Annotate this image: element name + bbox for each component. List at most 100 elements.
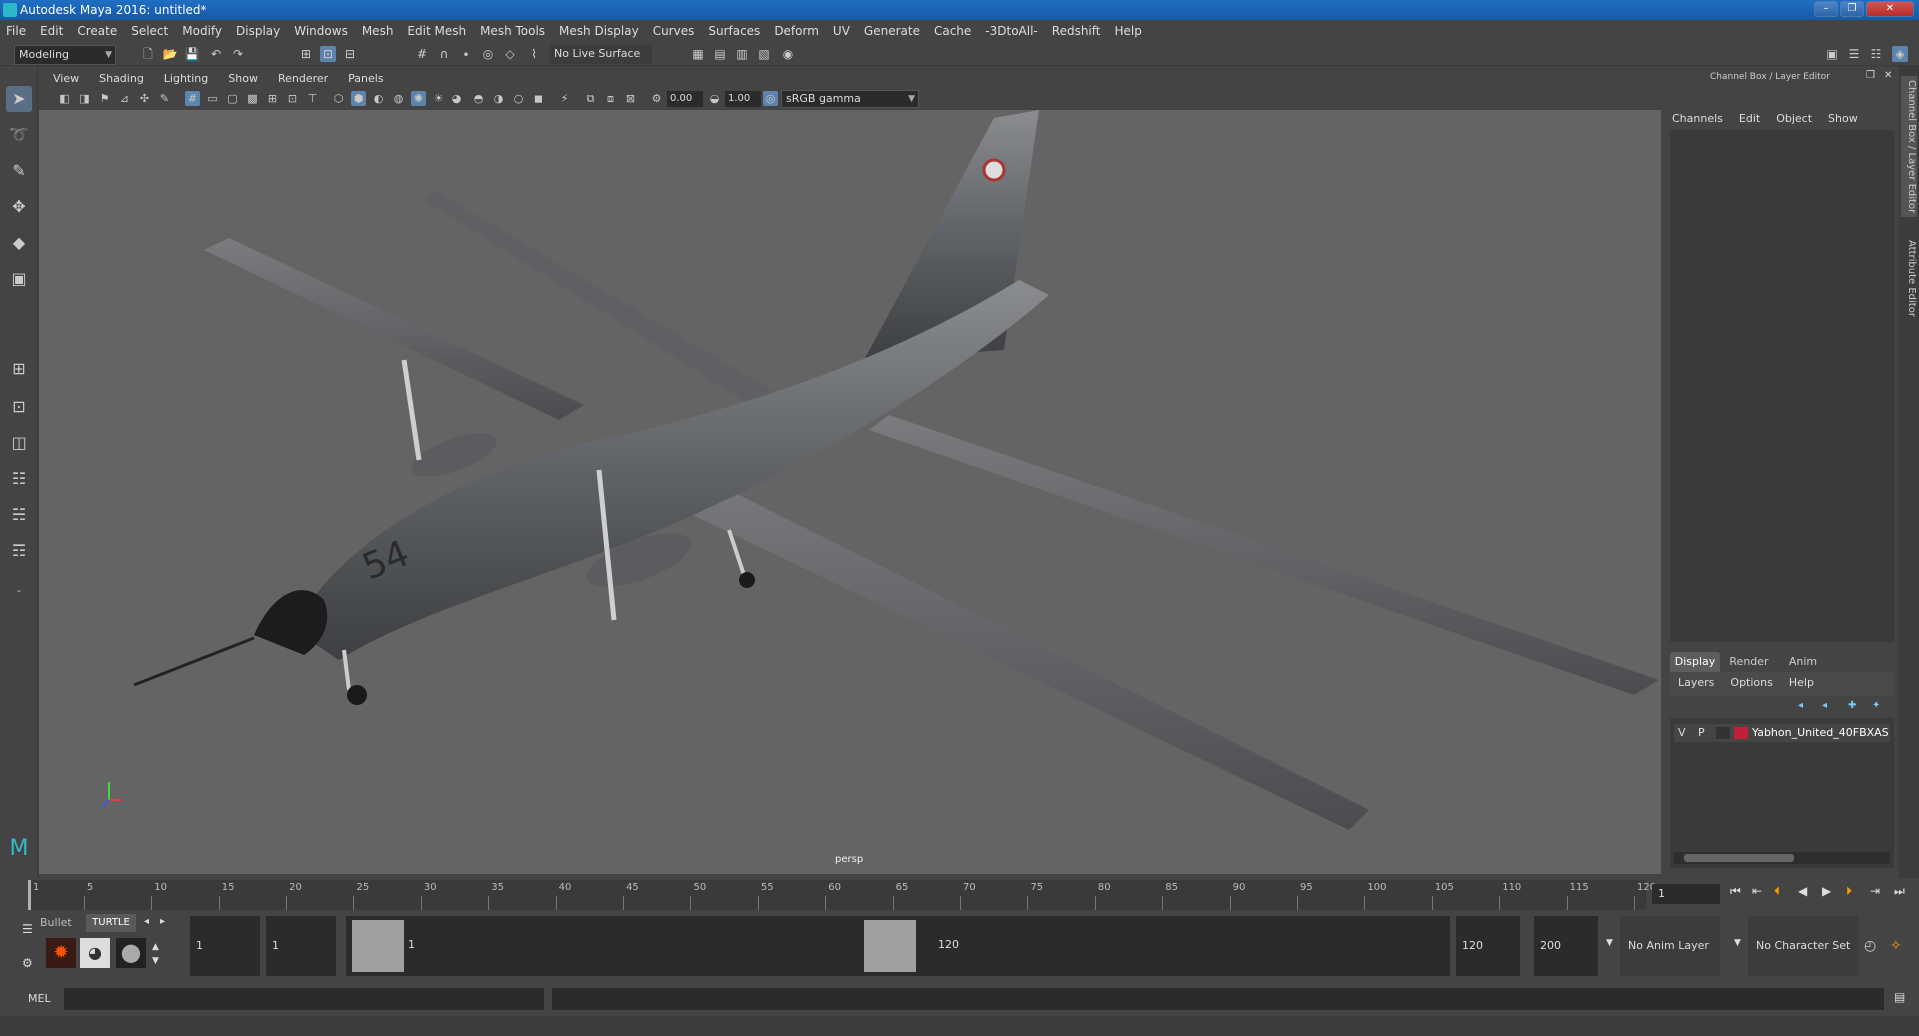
layer-row[interactable]: V P Yabhon_United_40FBXAS [1674,724,1890,742]
color-space-dropdown[interactable]: sRGB gamma ▼ [781,90,919,108]
snap-surface-icon[interactable]: ◇ [502,46,518,62]
step-forward-key-icon[interactable]: ⇥ [1870,884,1880,898]
menu-help[interactable]: Help [1114,24,1141,38]
shelf-scroll-left-icon[interactable]: ◂ [144,916,149,927]
menu-redshift[interactable]: Redshift [1052,24,1101,38]
new-scene-icon[interactable]: 🗋 [140,46,156,62]
camera-select-icon[interactable]: ◧ [57,91,72,106]
ipr-render-icon[interactable]: ▧ [756,46,772,62]
menu-edit-mesh[interactable]: Edit Mesh [407,24,466,38]
current-time-indicator[interactable] [28,880,31,910]
anim-layer-dropdown[interactable]: No Anim Layer [1620,916,1720,976]
workspace-icon[interactable]: ▣ [1824,46,1840,62]
textured-icon[interactable]: ◍ [391,91,406,106]
wireframe-icon[interactable]: ⬡ [331,91,346,106]
maximize-button[interactable]: ❐ [1840,1,1864,17]
select-component-icon[interactable]: ⊟ [342,46,358,62]
render-frame-icon[interactable]: ▥ [734,46,750,62]
chevron-down-icon[interactable]: ▼ [1734,938,1741,948]
perspective-viewport[interactable]: 54 persp [39,110,1661,874]
xray-icon[interactable]: ⚡ [557,91,572,106]
menu-create[interactable]: Create [77,24,117,38]
redo-icon[interactable]: ↷ [230,46,246,62]
use-all-lights-icon[interactable]: ✺ [411,91,426,106]
move-layer-up-icon[interactable]: ◂ [1798,700,1803,711]
live-surface-field[interactable]: No Live Surface [550,45,652,64]
menu-3dtoall[interactable]: -3DtoAll- [985,24,1037,38]
single-view-layout-icon[interactable]: ⊞ [6,356,32,382]
panel-menu-lighting[interactable]: Lighting [164,72,208,85]
close-button[interactable]: ✕ [1866,1,1914,17]
safe-action-icon[interactable]: ⊡ [285,91,300,106]
resolution-gate-icon[interactable]: ▢ [225,91,240,106]
move-layer-down-icon[interactable]: ◂ [1822,700,1827,711]
chevron-down-icon[interactable]: ▼ [1606,938,1613,948]
exposure-field[interactable]: 0.00 [667,91,703,107]
gamma-icon[interactable]: ◒ [707,91,722,106]
layer-color-swatch[interactable] [1734,727,1748,739]
xray-joints-icon[interactable]: ⧉ [583,91,598,106]
command-input[interactable] [64,988,544,1010]
side-by-side-layout-icon[interactable]: ◫ [6,430,32,456]
menu-cache[interactable]: Cache [934,24,971,38]
layer-visibility-toggle[interactable]: V [1678,726,1686,739]
move-icon[interactable]: ✥ [6,194,32,220]
shelf-menu-icon[interactable]: ☰ [22,922,33,936]
outliner-toggle-icon[interactable]: ☰ [1846,46,1862,62]
safe-title-icon[interactable]: ⊤ [305,91,320,106]
scrollbar-thumb[interactable] [1684,854,1794,862]
menu-edit[interactable]: Edit [40,24,63,38]
new-layer-selected-icon[interactable]: ✦ [1872,700,1880,711]
xray-components-icon[interactable]: ⧈ [603,91,618,106]
menu-deform[interactable]: Deform [774,24,819,38]
range-handle-min[interactable] [352,920,404,972]
select-arrow-icon[interactable]: ➤ [6,86,32,112]
turtle-render-icon[interactable]: ✹ [46,938,76,968]
film-gate-icon[interactable]: ▭ [205,91,220,106]
more-layouts-icon[interactable]: - [6,578,32,604]
layers-menu[interactable]: Layers [1678,676,1714,689]
layer-playback-toggle[interactable]: P [1698,726,1705,739]
step-forward-frame-icon[interactable]: ⏵ [1846,884,1852,899]
go-to-end-icon[interactable]: ⏭ [1894,884,1905,899]
menu-surfaces[interactable]: Surfaces [708,24,760,38]
ambient-occlusion-icon[interactable]: ◕ [449,91,464,106]
attribute-editor-toggle-icon[interactable]: ☷ [1868,46,1884,62]
shelf-tab-bullet[interactable]: Bullet [40,916,72,929]
lasso-icon[interactable]: ➰ [6,122,32,148]
turtle-sphere-icon[interactable]: ● [116,938,146,968]
current-frame-field[interactable]: 1 [1652,884,1720,904]
side-tab-attribute-editor[interactable]: Attribute Editor [1901,240,1917,317]
menu-curves[interactable]: Curves [653,24,695,38]
hypershade-layout-icon[interactable]: ☶ [6,538,32,564]
gate-mask-icon[interactable]: ▩ [245,91,260,106]
side-tab-channel-box[interactable]: Channel Box / Layer Editor [1901,76,1917,218]
tab-anim[interactable]: Anim [1778,652,1828,672]
channel-list[interactable] [1670,130,1894,642]
menu-generate[interactable]: Generate [864,24,920,38]
isolate-select-icon[interactable]: ◼ [531,91,546,106]
motion-blur-icon[interactable]: ◓ [471,91,486,106]
float-panel-icon[interactable]: ❐ [1866,70,1875,81]
show-menu[interactable]: Show [1828,112,1858,125]
shelf-tab-turtle[interactable]: TURTLE [86,914,136,932]
auto-key-icon[interactable]: ◴ [1864,938,1876,954]
key-icon[interactable]: ✧ [1890,938,1902,954]
hypershade-icon[interactable]: ◉ [780,46,796,62]
character-set-dropdown[interactable]: No Character Set [1748,916,1858,976]
new-layer-icon[interactable]: ✚ [1848,700,1856,711]
options-menu[interactable]: Options [1730,676,1772,689]
render-view-icon[interactable]: ▤ [712,46,728,62]
menu-mesh-tools[interactable]: Mesh Tools [480,24,545,38]
menu-mesh[interactable]: Mesh [362,24,394,38]
two-d-pan-icon[interactable]: ✣ [137,91,152,106]
exposure-icon[interactable]: ⚙ [649,91,664,106]
gamma-field[interactable]: 1.00 [725,91,761,107]
field-chart-icon[interactable]: ⊞ [265,91,280,106]
menu-modify[interactable]: Modify [182,24,222,38]
smooth-shade-icon[interactable]: ⬢ [351,91,366,106]
tab-display[interactable]: Display [1670,652,1720,672]
menu-mesh-display[interactable]: Mesh Display [559,24,639,38]
image-plane-icon[interactable]: ⊿ [117,91,132,106]
menu-uv[interactable]: UV [833,24,850,38]
